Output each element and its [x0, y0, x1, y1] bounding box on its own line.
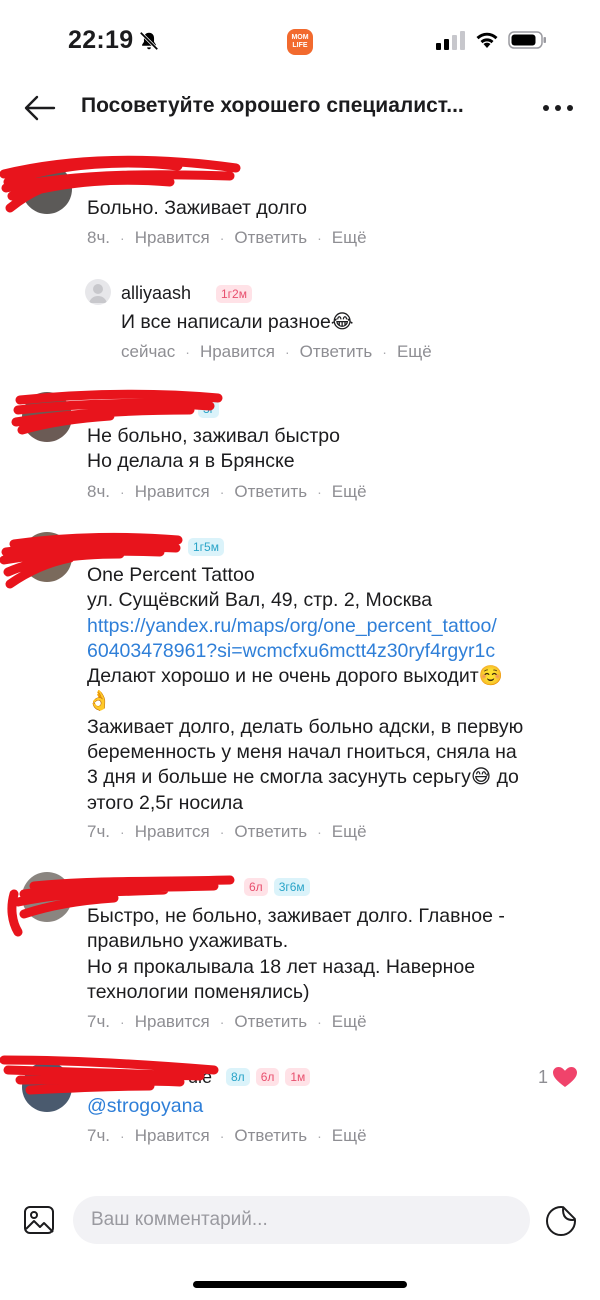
app-logo-icon: MOM LIFE: [287, 29, 313, 55]
battery-icon: [508, 31, 546, 49]
badge: 1г5м: [188, 538, 224, 556]
avatar[interactable]: [85, 279, 111, 305]
user-badges: 1г5м: [188, 538, 224, 556]
map-link[interactable]: https://yandex.ru/maps/org/one_percent_t…: [87, 614, 577, 639]
reply-button[interactable]: Ответить: [234, 228, 307, 248]
more-button[interactable]: Ещё: [332, 822, 367, 842]
badge: 1м: [285, 1068, 311, 1086]
like-button[interactable]: Нравится: [200, 342, 275, 362]
comment-time: 7ч.: [87, 1126, 111, 1145]
comment-time: 7ч.: [87, 822, 111, 841]
username[interactable]: alliyaash: [121, 283, 191, 304]
comment-meta: 7ч. · Нравится · Ответить · Ещё: [87, 1126, 367, 1146]
user-badges: 1г2м: [216, 285, 252, 303]
sticker-icon[interactable]: [544, 1204, 578, 1238]
comment-meta: 7ч. · Нравится · Ответить · Ещё: [87, 822, 367, 842]
more-button[interactable]: Ещё: [332, 228, 367, 248]
comment-text: Больно. Заживает долго: [87, 197, 307, 219]
avatar[interactable]: [22, 1062, 72, 1112]
like-counter[interactable]: 1: [538, 1066, 578, 1088]
cellular-signal-icon: [436, 31, 465, 50]
reply-button[interactable]: Ответить: [300, 342, 373, 362]
mention-link[interactable]: @strogoyana: [87, 1094, 577, 1119]
comment-meta: 7ч. · Нравится · Ответить · Ещё: [87, 1012, 367, 1032]
comment-time: 8ч.: [87, 228, 111, 247]
reply-button[interactable]: Ответить: [234, 1012, 307, 1032]
default-avatar-icon: [89, 284, 107, 303]
status-time: 22:19: [68, 26, 134, 54]
comment-text: @strogoyana: [87, 1094, 577, 1119]
comment-text: Быстро, не больно, заживает долго. Главн…: [87, 905, 505, 1003]
comment-meta: 8ч. · Нравится · Ответить · Ещё: [87, 228, 367, 248]
badge: 6л: [244, 878, 268, 896]
comment-composer: [0, 1188, 600, 1258]
bell-muted-icon: [139, 31, 159, 51]
avatar[interactable]: [22, 532, 72, 582]
page-title: Посоветуйте хорошего специалист...: [81, 94, 464, 117]
comment-time: сейчас: [121, 342, 176, 361]
user-badges: 8л 6л 1м: [226, 1068, 311, 1086]
comment-meta: сейчас · Нравится · Ответить · Ещё: [121, 342, 432, 362]
like-button[interactable]: Нравится: [135, 482, 210, 502]
reply-button[interactable]: Ответить: [234, 822, 307, 842]
avatar[interactable]: [22, 164, 72, 214]
comment-text: Не больно, заживал быстро Но делала я в …: [87, 425, 340, 473]
like-button[interactable]: Нравится: [135, 1012, 210, 1032]
more-options-icon[interactable]: [540, 94, 576, 122]
wifi-icon: [476, 32, 498, 48]
badge: 1г2м: [216, 285, 252, 303]
more-button[interactable]: Ещё: [397, 342, 432, 362]
home-indicator: [193, 1281, 407, 1288]
avatar[interactable]: [22, 392, 72, 442]
reply-button[interactable]: Ответить: [234, 482, 307, 502]
comment-meta: 8ч. · Нравится · Ответить · Ещё: [87, 482, 367, 502]
like-button[interactable]: Нравится: [135, 228, 210, 248]
more-button[interactable]: Ещё: [332, 1012, 367, 1032]
more-button[interactable]: Ещё: [332, 482, 367, 502]
badge: 3г6м: [273, 878, 310, 896]
back-arrow-icon[interactable]: [22, 92, 58, 124]
like-button[interactable]: Нравится: [135, 822, 210, 842]
badge: 6л: [255, 1068, 280, 1086]
comment-input[interactable]: [73, 1196, 530, 1244]
reply-button[interactable]: Ответить: [234, 1126, 307, 1146]
like-button[interactable]: Нравится: [135, 1126, 210, 1146]
user-badges: 3г: [198, 400, 220, 418]
comment-time: 8ч.: [87, 482, 111, 501]
more-button[interactable]: Ещё: [332, 1126, 367, 1146]
user-badges: 6л 3г6м: [244, 878, 310, 896]
username[interactable]: die: [188, 1067, 212, 1088]
comment-text: И все написали разное😂: [121, 311, 354, 333]
heart-icon: [553, 1067, 577, 1087]
map-link[interactable]: 60403478961?si=wcmcfxu6mctt4z30ryf4rgyr1…: [87, 639, 577, 664]
badge: 3г: [198, 400, 220, 418]
status-bar: 22:19 MOM LIFE: [0, 0, 600, 80]
like-count: 1: [537, 1066, 548, 1087]
badge: 8л: [226, 1068, 250, 1086]
comment-text: One Percent Tattoo ул. Сущёвский Вал, 49…: [87, 563, 577, 816]
comment-time: 7ч.: [87, 1012, 111, 1031]
avatar[interactable]: [22, 872, 72, 922]
header: Посоветуйте хорошего специалист...: [0, 80, 600, 136]
image-attach-icon[interactable]: [23, 1204, 55, 1236]
